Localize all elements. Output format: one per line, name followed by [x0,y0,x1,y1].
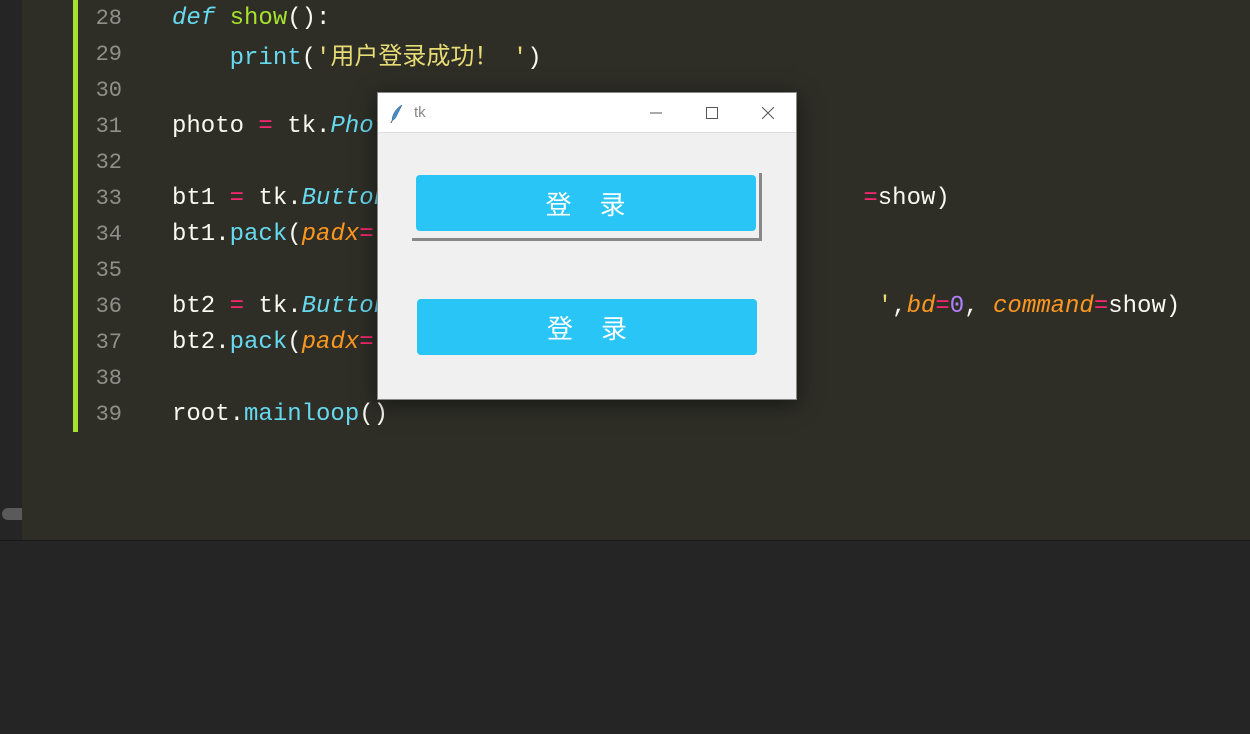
maximize-button[interactable] [684,93,740,133]
line-number: 30 [80,78,130,103]
login-button-wrap-2: 登录 [417,299,757,355]
line-number: 28 [80,6,130,31]
code-content[interactable]: bt2.pack(padx= [130,329,374,356]
login-button-1[interactable]: 登录 [416,175,756,231]
line-number: 35 [80,258,130,283]
code-content[interactable]: bt1.pack(padx= [130,221,374,248]
login-button-2[interactable]: 登录 [417,299,757,355]
left-margin [0,0,22,540]
minimize-button[interactable] [628,93,684,133]
line-number: 31 [80,114,130,139]
line-number: 39 [80,402,130,427]
line-number: 37 [80,330,130,355]
line-number: 33 [80,186,130,211]
bottom-panel [0,540,1250,734]
login-button-frame-1: 登录 [412,173,762,241]
code-line[interactable]: 29 print('用户登录成功！ ') [22,36,1250,72]
line-number: 36 [80,294,130,319]
close-button[interactable] [740,93,796,133]
line-number: 29 [80,42,130,67]
window-controls [628,93,796,133]
code-line[interactable]: 28def show(): [22,0,1250,36]
code-content[interactable]: print('用户登录成功！ ') [130,36,542,72]
line-number: 34 [80,222,130,247]
code-line[interactable]: 39root.mainloop() [22,396,1250,432]
line-number: 38 [80,366,130,391]
tk-titlebar[interactable]: tk [378,93,796,133]
line-number: 32 [80,150,130,175]
modified-indicator [73,0,78,432]
feather-icon [386,102,406,124]
code-content[interactable]: photo = tk.Phot [130,113,388,140]
code-content[interactable]: def show(): [130,5,330,32]
tk-window-title: tk [414,104,426,121]
tk-body: 登录 登录 [378,133,796,355]
tk-window: tk 登录 登录 [377,92,797,400]
code-content[interactable]: root.mainloop() [130,401,388,428]
